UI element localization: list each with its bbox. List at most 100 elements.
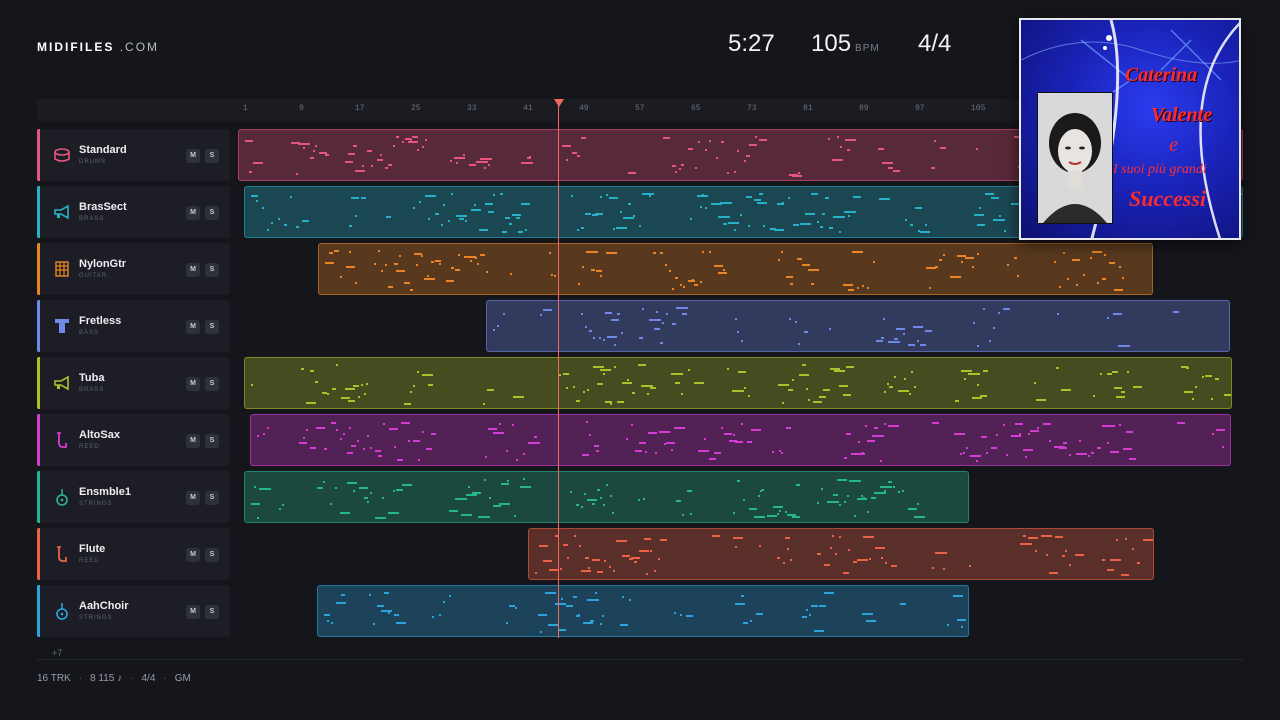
more-tracks-indicator[interactable]: +7 — [52, 648, 62, 658]
solo-button[interactable]: S — [205, 377, 219, 391]
midi-note — [883, 318, 886, 320]
mute-button[interactable]: M — [186, 149, 200, 163]
solo-button[interactable]: S — [205, 320, 219, 334]
midi-note — [257, 435, 259, 437]
midi-note — [396, 136, 399, 138]
midi-clip[interactable] — [528, 528, 1154, 580]
midi-note — [626, 438, 629, 440]
midi-note — [672, 323, 676, 325]
midi-note — [1030, 430, 1039, 432]
midi-clip[interactable] — [317, 585, 969, 637]
cover-conjunction: e — [1169, 134, 1178, 156]
midi-note — [470, 260, 473, 262]
mute-button[interactable]: M — [186, 320, 200, 334]
midi-note — [708, 251, 711, 253]
midi-note — [772, 451, 775, 453]
solo-button[interactable]: S — [205, 263, 219, 277]
midi-note — [875, 547, 886, 549]
solo-button[interactable]: S — [205, 491, 219, 505]
midi-note — [789, 318, 792, 320]
midi-note — [903, 378, 906, 380]
midi-note — [744, 387, 747, 389]
track-row[interactable]: Flute REED M S — [37, 528, 230, 580]
mute-button[interactable]: M — [186, 377, 200, 391]
midi-note — [478, 516, 490, 518]
midi-note — [439, 263, 442, 265]
track-row[interactable]: Ensmble1 STRINGS M S — [37, 471, 230, 523]
midi-clip[interactable] — [244, 471, 969, 523]
midi-note — [488, 497, 491, 499]
midi-note — [616, 313, 620, 315]
midi-note — [310, 370, 314, 372]
midi-note — [838, 231, 841, 233]
mute-button[interactable]: M — [186, 206, 200, 220]
midi-note — [1106, 317, 1109, 319]
midi-note — [673, 612, 676, 614]
midi-note — [955, 400, 959, 402]
mute-button[interactable]: M — [186, 263, 200, 277]
solo-button[interactable]: S — [205, 206, 219, 220]
midi-note — [795, 484, 800, 486]
midi-note — [811, 193, 818, 195]
midi-note — [331, 388, 336, 390]
midi-note — [454, 498, 467, 500]
midi-note — [426, 275, 429, 277]
midi-note — [963, 378, 966, 380]
midi-note — [669, 270, 672, 272]
midi-note — [345, 388, 356, 390]
midi-note — [844, 501, 847, 503]
midi-note — [977, 384, 980, 386]
midi-note — [1058, 286, 1061, 288]
track-row[interactable]: AltoSax REED M S — [37, 414, 230, 466]
midi-note — [582, 391, 585, 393]
midi-note — [997, 312, 1001, 314]
midi-note — [456, 215, 467, 217]
midi-note — [601, 615, 604, 617]
midi-clip[interactable] — [250, 414, 1231, 466]
midi-note — [515, 459, 518, 461]
midi-clip[interactable] — [486, 300, 1230, 352]
track-row[interactable]: NylonGtr GUITAR M S — [37, 243, 230, 295]
midi-note — [1113, 387, 1123, 389]
solo-button[interactable]: S — [205, 605, 219, 619]
midi-note — [1036, 427, 1039, 429]
solo-button[interactable]: S — [205, 434, 219, 448]
midi-note — [1109, 451, 1119, 453]
midi-note — [1201, 376, 1204, 378]
solo-button[interactable]: S — [205, 548, 219, 562]
midi-note — [931, 167, 936, 169]
midi-note — [962, 452, 965, 454]
midi-note — [866, 440, 876, 442]
track-row[interactable]: Tuba BRASS M S — [37, 357, 230, 409]
midi-note — [656, 311, 659, 313]
midi-note — [266, 229, 269, 231]
midi-note — [639, 225, 642, 227]
midi-note — [563, 373, 570, 375]
mute-button[interactable]: M — [186, 491, 200, 505]
playhead-marker[interactable] — [554, 99, 564, 107]
mute-button[interactable]: M — [186, 548, 200, 562]
midi-note — [1137, 562, 1140, 564]
track-row[interactable]: AahChoir STRINGS M S — [37, 585, 230, 637]
midi-note — [1109, 262, 1115, 264]
midi-note — [1027, 433, 1030, 435]
track-row[interactable]: BrasSect BRASS M S — [37, 186, 230, 238]
midi-note — [839, 146, 843, 148]
track-row[interactable]: Standard DRUMS M S — [37, 129, 230, 181]
midi-note — [465, 494, 478, 496]
playhead[interactable] — [558, 99, 559, 638]
midi-note — [521, 162, 534, 164]
midi-note — [1125, 431, 1133, 433]
mute-button[interactable]: M — [186, 434, 200, 448]
midi-clip[interactable] — [318, 243, 1153, 295]
solo-button[interactable]: S — [205, 149, 219, 163]
midi-note — [448, 595, 451, 597]
midi-clip[interactable] — [244, 357, 1232, 409]
midi-note — [632, 215, 635, 217]
midi-note — [401, 422, 411, 424]
site-logo[interactable]: MIDIFILES .COM — [37, 40, 159, 54]
track-row[interactable]: Fretless BASS M S — [37, 300, 230, 352]
mute-button[interactable]: M — [186, 605, 200, 619]
midi-note — [289, 196, 292, 198]
midi-note — [786, 427, 792, 429]
